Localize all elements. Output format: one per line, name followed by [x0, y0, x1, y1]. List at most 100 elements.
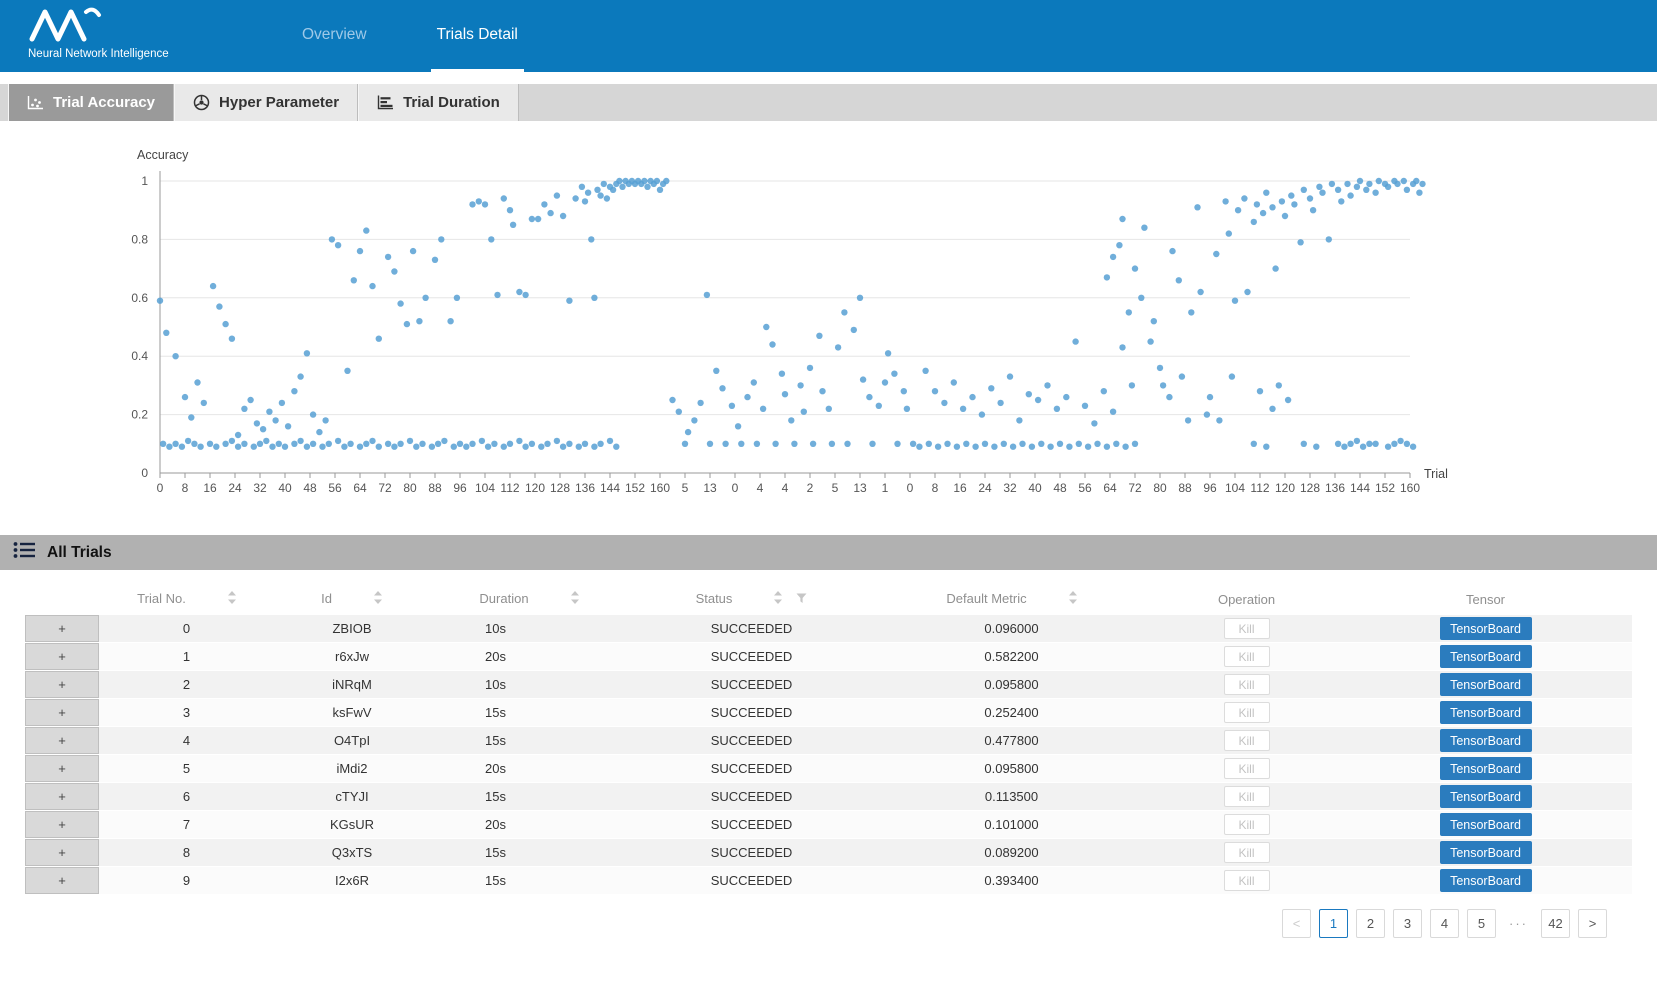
scatter-point[interactable]: [904, 406, 910, 412]
scatter-point[interactable]: [419, 441, 425, 447]
scatter-point[interactable]: [869, 441, 875, 447]
scatter-point[interactable]: [1076, 441, 1082, 447]
scatter-point[interactable]: [476, 198, 482, 204]
scatter-point[interactable]: [1366, 441, 1372, 447]
scatter-point[interactable]: [1301, 441, 1307, 447]
scatter-point[interactable]: [179, 444, 185, 450]
nav-overview[interactable]: Overview: [296, 0, 373, 72]
scatter-point[interactable]: [1401, 178, 1407, 184]
expand-row-button[interactable]: +: [26, 728, 98, 753]
scatter-point[interactable]: [1235, 207, 1241, 213]
scatter-point[interactable]: [1229, 373, 1235, 379]
scatter-point[interactable]: [591, 444, 597, 450]
scatter-point[interactable]: [582, 441, 588, 447]
scatter-point[interactable]: [1132, 265, 1138, 271]
scatter-point[interactable]: [1241, 195, 1247, 201]
scatter-point[interactable]: [729, 403, 735, 409]
scatter-point[interactable]: [1251, 441, 1257, 447]
scatter-point[interactable]: [1329, 181, 1335, 187]
scatter-point[interactable]: [760, 406, 766, 412]
scatter-point[interactable]: [285, 423, 291, 429]
scatter-point[interactable]: [229, 336, 235, 342]
scatter-point[interactable]: [241, 406, 247, 412]
scatter-point[interactable]: [1204, 411, 1210, 417]
scatter-point[interactable]: [529, 441, 535, 447]
scatter-point[interactable]: [941, 400, 947, 406]
kill-button[interactable]: Kill: [1224, 842, 1270, 863]
scatter-point[interactable]: [1313, 444, 1319, 450]
scatter-point[interactable]: [951, 379, 957, 385]
scatter-point[interactable]: [1260, 210, 1266, 216]
scatter-point[interactable]: [1141, 225, 1147, 231]
scatter-point[interactable]: [247, 397, 253, 403]
scatter-point[interactable]: [447, 318, 453, 324]
scatter-point[interactable]: [1110, 254, 1116, 260]
scatter-point[interactable]: [488, 236, 494, 242]
scatter-point[interactable]: [410, 248, 416, 254]
scatter-point[interactable]: [719, 385, 725, 391]
scatter-point[interactable]: [282, 444, 288, 450]
scatter-point[interactable]: [1338, 198, 1344, 204]
scatter-point[interactable]: [857, 295, 863, 301]
tab-trial-duration[interactable]: Trial Duration: [358, 84, 519, 121]
scatter-point[interactable]: [432, 257, 438, 263]
scatter-point[interactable]: [935, 444, 941, 450]
header-status[interactable]: Status: [634, 584, 869, 614]
scatter-point[interactable]: [463, 444, 469, 450]
header-id[interactable]: Id: [274, 584, 424, 614]
scatter-point[interactable]: [685, 429, 691, 435]
scatter-point[interactable]: [501, 195, 507, 201]
scatter-point[interactable]: [1288, 192, 1294, 198]
scatter-point[interactable]: [494, 292, 500, 298]
scatter-point[interactable]: [507, 207, 513, 213]
scatter-point[interactable]: [1001, 441, 1007, 447]
scatter-point[interactable]: [704, 292, 710, 298]
scatter-point[interactable]: [172, 353, 178, 359]
scatter-point[interactable]: [876, 403, 882, 409]
scatter-point[interactable]: [1101, 388, 1107, 394]
expand-row-button[interactable]: +: [26, 812, 98, 837]
tab-trial-accuracy[interactable]: Trial Accuracy: [8, 84, 174, 121]
scatter-point[interactable]: [229, 438, 235, 444]
scatter-point[interactable]: [791, 441, 797, 447]
scatter-point[interactable]: [1104, 274, 1110, 280]
scatter-point[interactable]: [276, 441, 282, 447]
scatter-point[interactable]: [363, 441, 369, 447]
scatter-point[interactable]: [1307, 195, 1313, 201]
scatter-point[interactable]: [1197, 289, 1203, 295]
scatter-point[interactable]: [597, 192, 603, 198]
scatter-point[interactable]: [391, 444, 397, 450]
tensorboard-button[interactable]: TensorBoard: [1440, 757, 1532, 780]
scatter-point[interactable]: [1026, 391, 1032, 397]
tensorboard-button[interactable]: TensorBoard: [1440, 729, 1532, 752]
scatter-point[interactable]: [979, 411, 985, 417]
scatter-point[interactable]: [1319, 190, 1325, 196]
scatter-point[interactable]: [194, 379, 200, 385]
scatter-point[interactable]: [326, 441, 332, 447]
scatter-point[interactable]: [363, 227, 369, 233]
scatter-point[interactable]: [454, 295, 460, 301]
header-trial-no[interactable]: Trial No.: [99, 584, 274, 614]
scatter-point[interactable]: [860, 376, 866, 382]
scatter-point[interactable]: [1385, 444, 1391, 450]
tensorboard-button[interactable]: TensorBoard: [1440, 701, 1532, 724]
scatter-point[interactable]: [1279, 198, 1285, 204]
scatter-point[interactable]: [163, 330, 169, 336]
kill-button[interactable]: Kill: [1224, 674, 1270, 695]
scatter-point[interactable]: [157, 298, 163, 304]
scatter-point[interactable]: [1094, 441, 1100, 447]
scatter-point[interactable]: [522, 444, 528, 450]
scatter-point[interactable]: [597, 441, 603, 447]
scatter-point[interactable]: [316, 429, 322, 435]
scatter-point[interactable]: [182, 394, 188, 400]
scatter-point[interactable]: [1410, 444, 1416, 450]
scatter-point[interactable]: [435, 441, 441, 447]
scatter-point[interactable]: [1216, 417, 1222, 423]
scatter-point[interactable]: [641, 178, 647, 184]
scatter-point[interactable]: [1254, 201, 1260, 207]
pagination-page-button[interactable]: 1: [1319, 909, 1348, 938]
sort-icon[interactable]: [374, 591, 382, 607]
scatter-point[interactable]: [1138, 295, 1144, 301]
scatter-point[interactable]: [1185, 417, 1191, 423]
scatter-point[interactable]: [404, 321, 410, 327]
